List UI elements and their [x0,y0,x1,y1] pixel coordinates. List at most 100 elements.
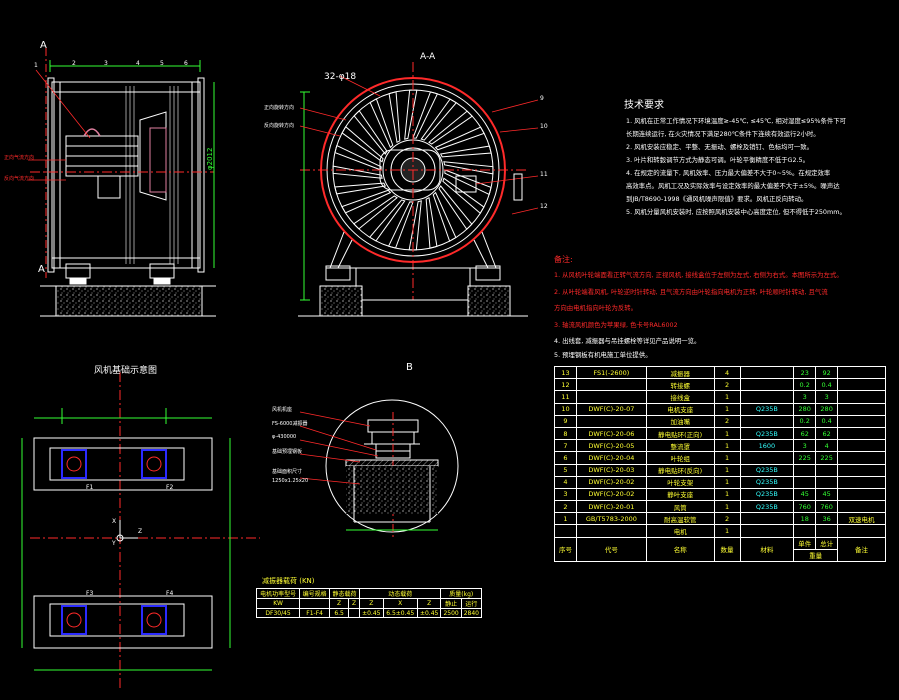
header-single: 单件 [793,536,817,550]
view-b-label: FS-6000减振器 [272,421,308,427]
impeller-blade [334,182,387,195]
bom-cell [575,390,647,404]
header-material: 材料 [739,536,795,563]
bom-cell: 1 [713,463,741,477]
damper-h: 静态载荷 [329,588,360,599]
bom-cell [739,524,795,538]
item-number: 4 [136,60,140,67]
item-number: 1 [34,62,38,69]
bom-cell [739,378,795,392]
view-b-label: 1250x1.25x20 [272,478,309,484]
item-number: 10 [540,123,548,130]
damper-cell [348,608,360,618]
note-line: 5. 预埋钢板有机电施工单位提供。 [554,351,652,359]
bom-cell [837,390,886,404]
bom-cell [739,414,795,428]
bom-cell: GB/T5783-2000 [575,512,647,526]
label-reverse-airflow: 反向气流方向 [4,176,35,182]
tech-line: 5. 风机分量风机安装时, 应按照风机安装中心高度定位, 但不得低于250mm。 [626,208,846,216]
bom-cell: 225 [793,451,817,465]
bom-cell: 0.4 [815,378,839,392]
tech-line: 高效率点。风机工况及实际效率与设定效率的最大偏差不大于±5%。噪声达 [626,182,840,190]
bolt-callout: 32-φ18 [324,72,357,82]
fairing [139,111,167,201]
bom-cell: 叶轮组 [645,451,715,465]
damper-table-title: 减振器载荷 (KN) [262,577,315,585]
concrete-base [55,285,203,317]
item-number: 9 [540,95,544,102]
damper-h2: Z [416,598,442,609]
bom-cell: 12 [554,378,577,392]
bom-cell: 2 [713,414,741,428]
damper-h: 质量(kg) [440,588,482,599]
label-reverse-rotation: 反向旋转方向 [264,123,295,129]
foundation-mark: F3 [86,590,94,597]
bom-cell: 280 [793,402,817,416]
bom-cell: 1 [713,500,741,514]
header-no: 序号 [554,536,577,563]
bom-cell [837,524,886,538]
bom-row: 3 DWF(C)-20-02 静叶支座 1 Q235B 45 45 [554,487,886,502]
bom-cell [575,524,647,538]
bom-cell: 双速电机 [837,512,886,526]
bom-cell [837,402,886,416]
bom-row: 7 DWF(C)-20-05 整流罩 1 1600 3 4 [554,439,886,453]
pad-left [319,285,363,317]
note-line: 1. 从风机叶轮端面看正转气流方向, 正视风机, 接线盒位于左侧为左式, 右侧为… [554,271,843,279]
impeller-blade [412,91,439,139]
item-number: 2 [72,60,76,67]
impeller-blade [387,201,414,249]
note-line: 4. 出线套, 减振器与吊挂螺栓等详见产品说明一览。 [554,337,701,345]
bom-cell: 10 [554,402,577,416]
side-view [28,48,216,317]
bom-cell: 静电贴环(正向) [645,426,715,441]
bom-cell: 13 [554,365,577,380]
view-b-label: φ-430000 [272,434,297,440]
bom-cell: 2 [713,512,741,526]
pad-f1 [61,449,87,479]
blade-region [125,86,179,264]
bom-cell: 1 [713,426,741,441]
bom-cell: 静电贴环(反向) [645,463,715,477]
bom-cell: 转接螺 [645,378,715,392]
damper-h2: KW [255,598,301,609]
foundation-mark: F1 [86,484,94,491]
outlet-flange [197,77,205,273]
bom-cell: Q235B [739,500,795,514]
view-b-concrete [346,466,438,514]
header-qty: 数量 [713,536,741,563]
tech-line: 1. 风机在正常工作情况下环境温度≥-45℃, ≤45℃, 相对湿度≤95%条件… [626,117,847,125]
motor-support [97,175,121,199]
bom-cell [837,463,886,477]
item-number: 5 [160,60,164,67]
bom-cell: 0.2 [793,378,817,392]
damper-h2: Z [358,598,384,609]
bom-cell: 叶轮支架 [645,475,715,489]
damper-cell: F1-F4 [299,608,331,618]
bom-cell: DWF(C)-20-01 [575,500,647,514]
view-b-label: 基础预埋钢板 [272,449,303,455]
foundation-mark: F2 [166,484,174,491]
bom-cell [837,414,886,428]
foot-left [65,263,91,279]
impeller-blade [425,196,438,249]
bom-cell: 3 [554,487,577,502]
tech-title: 技术要求 [624,100,664,111]
notes-title: 备注: [554,255,573,264]
pad-right [467,285,511,317]
axis-mark: Z [138,528,143,535]
damper-cell: 6.5±0.45 [382,608,418,618]
header-weight: 重量 [793,548,839,563]
bom-cell: 1 [713,390,741,404]
bom-cell: 225 [815,451,839,465]
damper-h: 动态载荷 [358,588,442,599]
header-remark: 备注 [837,536,886,563]
bom-cell: DWF(C)-20-07 [575,402,647,416]
damper-cell: 2840 [460,608,483,618]
tech-line: 2. 风机安装应稳定、平整、无振动、螺栓及销钉、色标均可一致。 [626,143,814,151]
bom-cell [575,378,647,392]
damper-h2 [299,598,331,609]
bom-row: 2 DWF(C)-20-01 风筒 1 Q235B 760 760 [554,500,886,514]
bom-cell [837,365,886,380]
bom-cell: FS1(-2600) [575,365,647,380]
